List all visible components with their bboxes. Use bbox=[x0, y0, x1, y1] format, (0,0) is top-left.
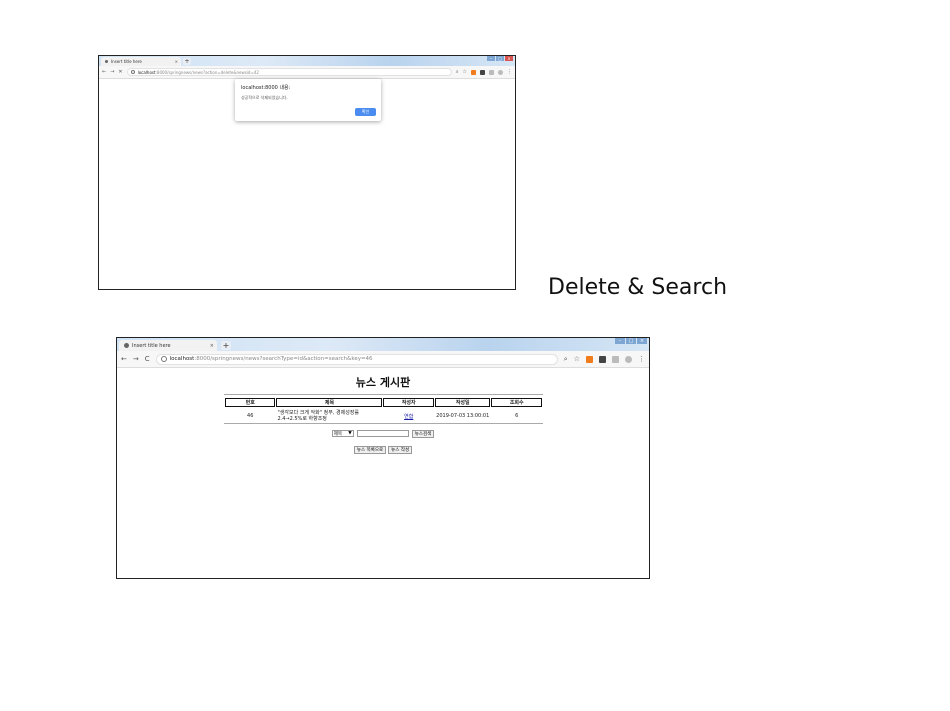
column-header: 작성일 bbox=[434, 398, 491, 407]
news-subject[interactable]: "생각보다 크게 악화" 정부, 경제성장률 2.4→2.5%로 하향조정 bbox=[276, 408, 382, 424]
avatar-icon[interactable] bbox=[625, 355, 632, 363]
minimize-button[interactable]: – bbox=[487, 56, 495, 61]
divider bbox=[224, 423, 543, 424]
search-screenshot: Insert title here × + – □ × ← → C localh… bbox=[116, 337, 650, 579]
back-icon[interactable]: ← bbox=[102, 69, 106, 75]
minimize-button[interactable]: – bbox=[615, 338, 625, 344]
back-icon[interactable]: ← bbox=[121, 355, 127, 363]
search-type-select[interactable]: 제목 ▼ bbox=[331, 430, 354, 437]
divider bbox=[224, 394, 543, 395]
forward-icon[interactable]: → bbox=[133, 355, 139, 363]
url-host: localhost bbox=[169, 356, 195, 362]
news-date: 2019-07-03 13:00:01 bbox=[436, 413, 490, 419]
extension-icon[interactable] bbox=[612, 355, 619, 363]
stop-icon[interactable]: ✕ bbox=[118, 69, 122, 75]
search-icon[interactable]: ⌕ bbox=[564, 355, 568, 364]
address-bar[interactable]: localhost:8000/springnews/news?action=de… bbox=[126, 68, 452, 76]
page-icon bbox=[124, 343, 129, 348]
info-icon[interactable] bbox=[130, 70, 135, 74]
url-host: localhost bbox=[137, 69, 156, 75]
forward-icon[interactable]: → bbox=[110, 69, 114, 75]
avatar-icon[interactable] bbox=[498, 69, 503, 75]
window-controls: – □ × bbox=[615, 338, 647, 344]
window-controls: – □ × bbox=[487, 56, 513, 61]
extension-icon[interactable] bbox=[480, 69, 485, 75]
search-button[interactable]: 뉴스검색 bbox=[411, 430, 435, 438]
new-tab-button[interactable]: + bbox=[221, 341, 231, 350]
close-window-button[interactable]: × bbox=[505, 56, 513, 61]
url-path: :8000/springnews/news?action=delete&news… bbox=[155, 69, 259, 75]
extension-icon[interactable] bbox=[586, 355, 593, 363]
caption-text: Delete & Search bbox=[548, 275, 728, 300]
action-buttons: 뉴스 목록으로 뉴스 작성 bbox=[117, 446, 649, 454]
star-icon[interactable]: ☆ bbox=[463, 69, 467, 75]
column-header: 제목 bbox=[276, 398, 383, 407]
tab-strip: Insert title here × + – □ × bbox=[99, 56, 515, 66]
search-input[interactable] bbox=[356, 430, 409, 437]
news-author-link[interactable]: 연합 bbox=[383, 408, 433, 424]
dialog-message: 성공적으로 삭제되었습니다. bbox=[241, 95, 288, 100]
close-window-button[interactable]: × bbox=[637, 338, 647, 344]
dialog-title: localhost:8000 내용: bbox=[241, 85, 291, 91]
tab-strip: Insert title here × + – □ × bbox=[117, 338, 649, 351]
search-form: 제목 ▼ 뉴스검색 bbox=[117, 430, 649, 438]
reload-icon[interactable]: C bbox=[145, 355, 150, 363]
browser-toolbar: ← → ✕ localhost:8000/springnews/news?act… bbox=[99, 66, 515, 79]
news-write-button[interactable]: 뉴스 작성 bbox=[388, 446, 413, 454]
info-icon[interactable] bbox=[160, 356, 167, 362]
menu-icon[interactable]: ⋮ bbox=[507, 69, 512, 75]
table-header-row: 번호 제목 작성자 작성일 조회수 bbox=[225, 398, 542, 407]
ok-button[interactable]: 확인 bbox=[355, 108, 376, 116]
loading-icon bbox=[105, 60, 108, 63]
tab-close-icon[interactable]: × bbox=[210, 343, 214, 349]
news-table: 번호 제목 작성자 작성일 조회수 46 "생각보다 크게 악화" 정부, 경제… bbox=[224, 397, 543, 425]
subject-line: 2.4→2.5%로 하향조정 bbox=[277, 416, 327, 422]
tab-title: Insert title here bbox=[132, 342, 171, 349]
search-type-value: 제목 bbox=[333, 431, 342, 437]
page-title: 뉴스 게시판 bbox=[355, 376, 411, 389]
alert-dialog: localhost:8000 내용: 성공적으로 삭제되었습니다. 확인 bbox=[235, 79, 381, 121]
maximize-button[interactable]: □ bbox=[496, 56, 504, 61]
tab-title: Insert title here bbox=[111, 59, 142, 64]
browser-tab[interactable]: Insert title here × bbox=[101, 57, 181, 66]
news-number: 46 bbox=[247, 413, 254, 419]
star-icon[interactable]: ☆ bbox=[574, 355, 580, 363]
table-row: 46 "생각보다 크게 악화" 정부, 경제성장률 2.4→2.5%로 하향조정… bbox=[225, 408, 542, 424]
maximize-button[interactable]: □ bbox=[626, 338, 636, 344]
column-header: 번호 bbox=[225, 398, 276, 407]
address-bar[interactable]: localhost:8000/springnews/news?searchTyp… bbox=[155, 353, 558, 365]
column-header: 조회수 bbox=[491, 398, 542, 407]
url-path: :8000/springnews/news?searchType=id&acti… bbox=[194, 356, 373, 362]
browser-tab[interactable]: Insert title here × bbox=[119, 340, 217, 351]
delete-screenshot: Insert title here × + – □ × ← → ✕ localh… bbox=[98, 55, 516, 290]
extension-icon[interactable] bbox=[599, 355, 606, 363]
extension-icon[interactable] bbox=[471, 69, 476, 75]
new-tab-button[interactable]: + bbox=[183, 58, 191, 65]
tab-close-icon[interactable]: × bbox=[175, 59, 178, 64]
column-header: 작성자 bbox=[383, 398, 434, 407]
news-views: 6 bbox=[515, 413, 519, 419]
browser-toolbar: ← → C localhost:8000/springnews/news?sea… bbox=[117, 351, 649, 368]
news-list-button[interactable]: 뉴스 목록으로 bbox=[353, 446, 387, 454]
extension-icon[interactable] bbox=[489, 69, 494, 75]
chevron-down-icon: ▼ bbox=[348, 431, 352, 436]
search-icon[interactable]: ⌕ bbox=[456, 69, 459, 75]
menu-icon[interactable]: ⋮ bbox=[638, 355, 645, 363]
